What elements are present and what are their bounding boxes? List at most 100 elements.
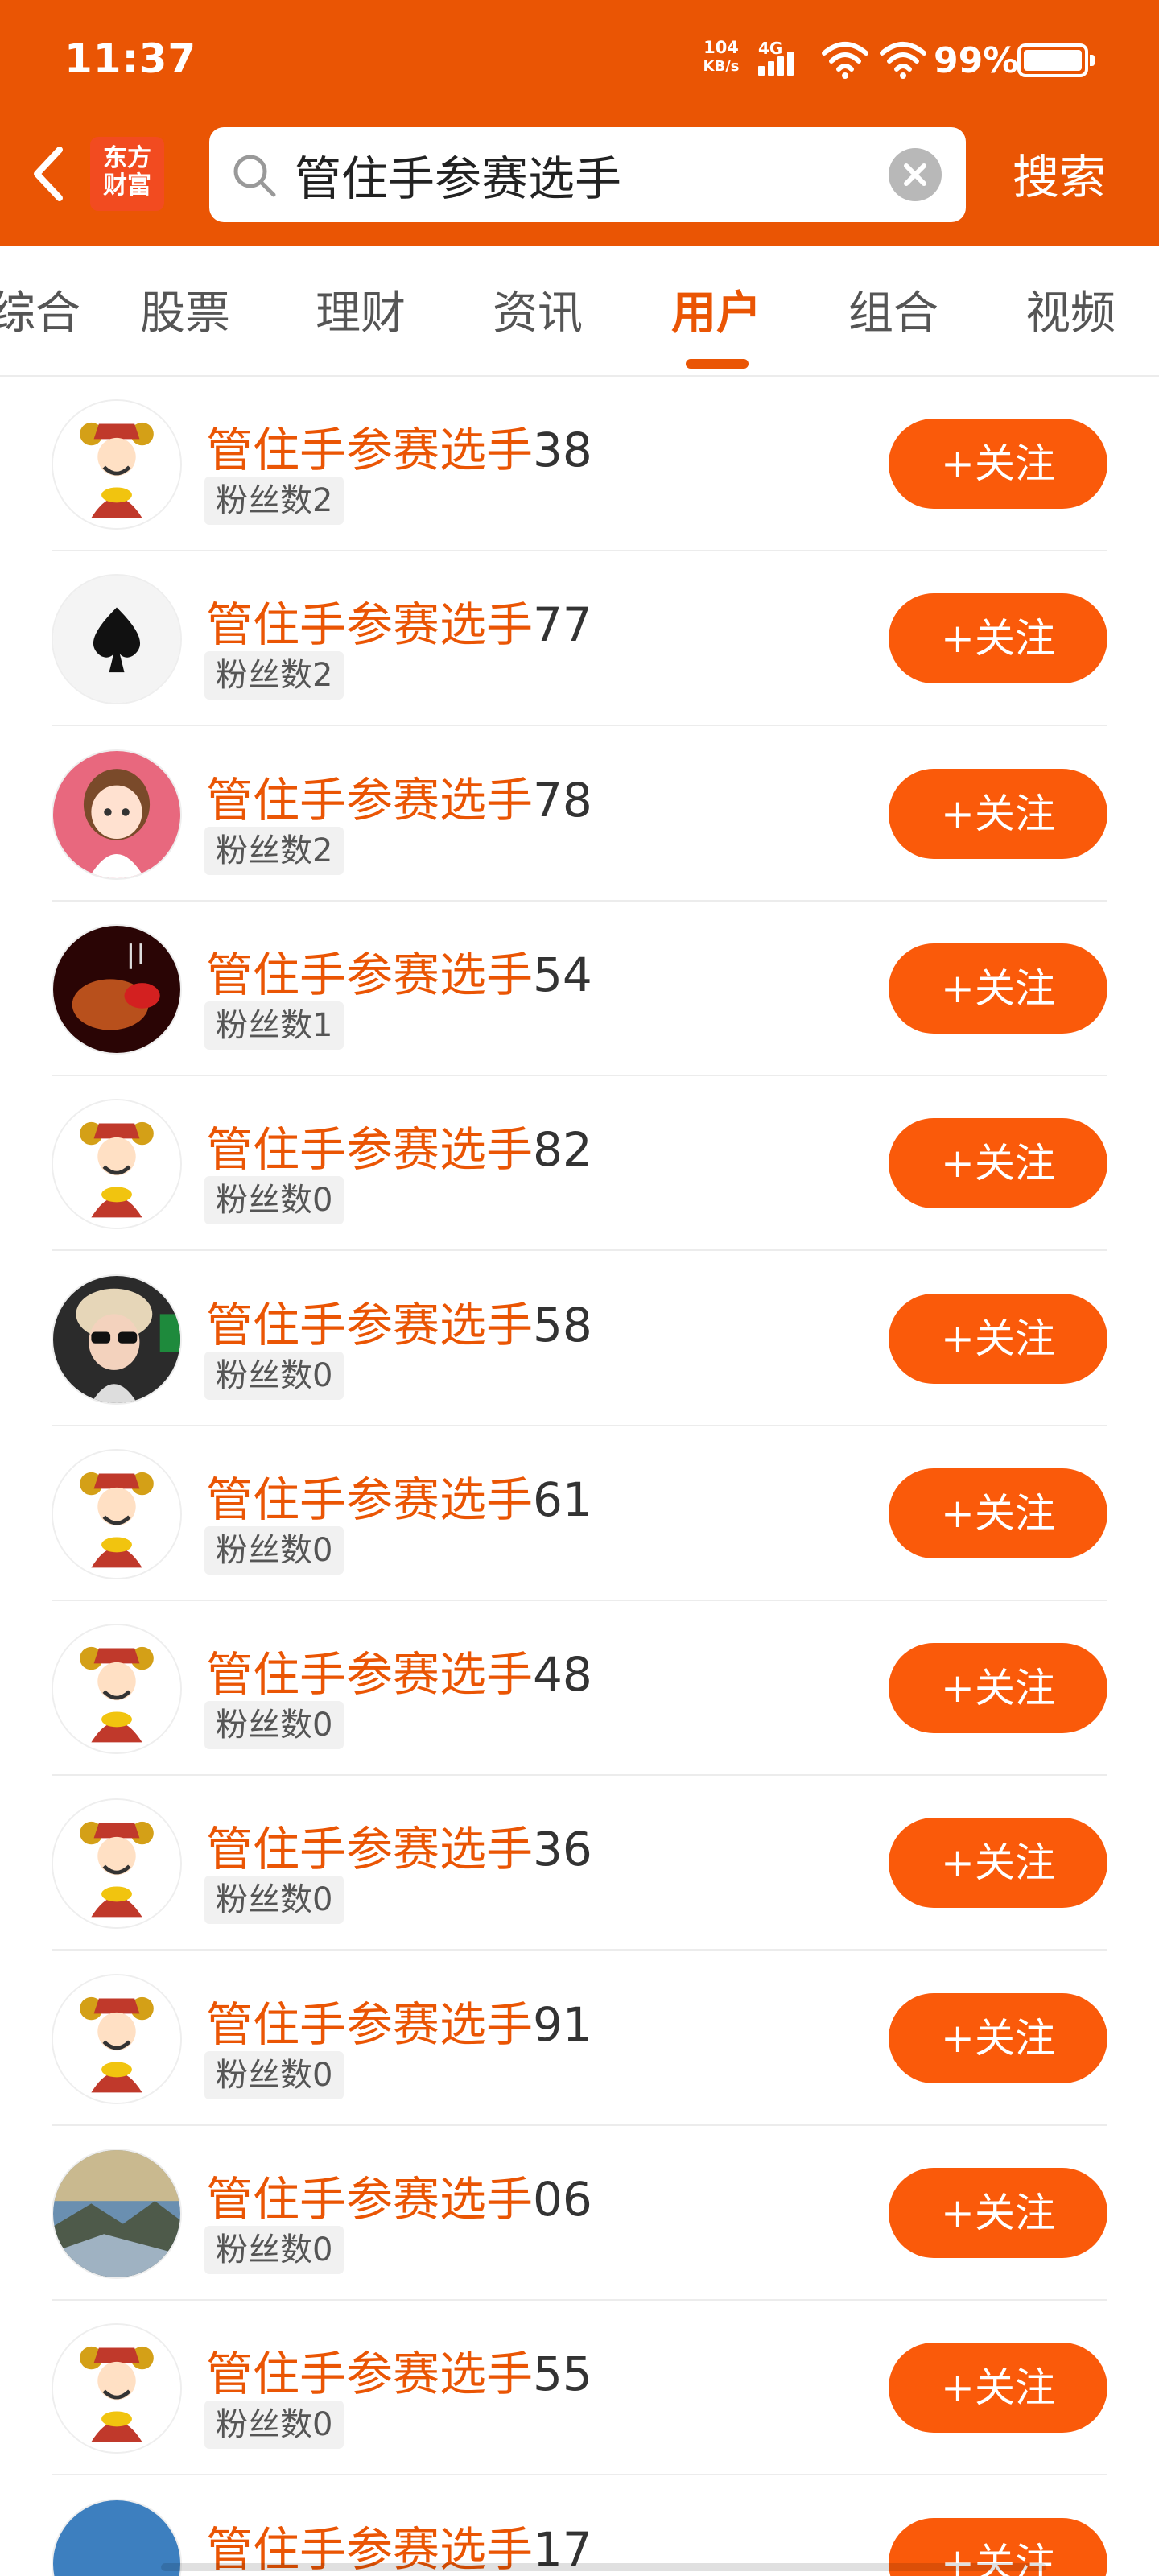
user-name-number: 06 — [533, 2172, 592, 2227]
follow-button[interactable]: +关注 — [889, 2168, 1107, 2258]
user-list-item[interactable]: 管住手参赛选手36 粉丝数0 +关注 — [52, 1776, 1107, 1951]
user-list-item[interactable]: 管住手参赛选手58 粉丝数0 +关注 — [52, 1252, 1107, 1426]
follow-button[interactable]: +关注 — [889, 1293, 1107, 1384]
user-name-number: 58 — [533, 1297, 592, 1352]
wifi-icon — [822, 42, 868, 79]
user-name[interactable]: 管住手参赛选手91 — [206, 1987, 592, 2054]
red-photo-avatar[interactable] — [52, 923, 182, 1055]
battery-percent: 99% — [934, 40, 1019, 81]
landscape-avatar[interactable] — [52, 2149, 182, 2279]
user-name[interactable]: 管住手参赛选手48 — [206, 1637, 592, 1704]
category-tabs: 综合 股票 理财 资讯 用户 组合 视频 — [0, 246, 1159, 377]
battery-icon — [1017, 43, 1095, 77]
user-name[interactable]: 管住手参赛选手82 — [206, 1112, 592, 1179]
user-name[interactable]: 管住手参赛选手55 — [206, 2336, 592, 2404]
fans-count-badge: 粉丝数2 — [204, 651, 344, 700]
user-name[interactable]: 管住手参赛选手36 — [206, 1811, 592, 1879]
tab-wealth[interactable]: 理财 — [280, 277, 441, 342]
user-name[interactable]: 管住手参赛选手61 — [206, 1462, 592, 1530]
tab-portfolio[interactable]: 组合 — [813, 277, 974, 342]
follow-button[interactable]: +关注 — [889, 1118, 1107, 1209]
logo-line-2: 财富 — [103, 171, 151, 200]
cartoon-girl-avatar[interactable] — [52, 749, 182, 880]
user-name-number: 38 — [533, 423, 592, 477]
god-of-wealth-avatar[interactable] — [52, 1973, 182, 2104]
god-of-wealth-avatar[interactable] — [52, 1624, 182, 1755]
user-list-item[interactable]: 管住手参赛选手06 粉丝数0 +关注 — [52, 2126, 1107, 2301]
follow-button[interactable]: +关注 — [889, 419, 1107, 509]
search-input[interactable] — [295, 142, 842, 208]
user-list: 管住手参赛选手38 粉丝数2 +关注 管住手参赛选手77 粉丝数2 +关注 管住手参赛选手7… — [0, 377, 1159, 2576]
user-name[interactable]: 管住手参赛选手54 — [206, 937, 592, 1005]
follow-button[interactable]: +关注 — [889, 1643, 1107, 1734]
user-name[interactable]: 管住手参赛选手78 — [206, 762, 592, 830]
spade-avatar[interactable] — [52, 574, 182, 705]
search-button[interactable]: 搜索 — [988, 137, 1130, 217]
user-list-item[interactable]: 管住手参赛选手55 粉丝数0 +关注 — [52, 2301, 1107, 2476]
follow-button[interactable]: +关注 — [889, 2343, 1107, 2434]
user-list-item[interactable]: 管住手参赛选手77 粉丝数2 +关注 — [52, 551, 1107, 727]
horizontal-scrollbar — [161, 2563, 1046, 2571]
tab-users[interactable]: 用户 — [636, 277, 797, 342]
user-name-number: 91 — [533, 1996, 592, 2052]
search-icon — [233, 155, 276, 197]
status-bar: 11:37 104 KB/s 4G 99% — [0, 0, 1159, 121]
user-list-item[interactable]: 管住手参赛选手61 粉丝数0 +关注 — [52, 1426, 1107, 1601]
fans-count-badge: 粉丝数2 — [204, 477, 344, 525]
tab-video[interactable]: 视频 — [990, 277, 1151, 342]
user-list-item[interactable]: 管住手参赛选手78 粉丝数2 +关注 — [52, 727, 1107, 902]
user-list-item[interactable]: 管住手参赛选手48 粉丝数0 +关注 — [52, 1601, 1107, 1777]
god-of-wealth-avatar[interactable] — [52, 399, 182, 530]
status-time: 11:37 — [64, 35, 197, 82]
user-name-prefix: 管住手参赛选手 — [206, 1122, 534, 1178]
user-name-prefix: 管住手参赛选手 — [206, 2347, 534, 2402]
follow-button[interactable]: +关注 — [889, 1468, 1107, 1558]
user-name[interactable]: 管住手参赛选手06 — [206, 2161, 592, 2229]
child-sunglasses-avatar[interactable] — [52, 1274, 182, 1405]
fans-count-badge: 粉丝数0 — [204, 1701, 344, 1750]
god-of-wealth-avatar[interactable] — [52, 1099, 182, 1230]
fans-count-badge: 粉丝数0 — [204, 2401, 344, 2450]
user-list-item[interactable]: 管住手参赛选手91 粉丝数0 +关注 — [52, 1951, 1107, 2126]
search-box[interactable] — [209, 127, 966, 222]
user-name-number: 78 — [533, 772, 592, 828]
follow-button[interactable]: +关注 — [889, 943, 1107, 1034]
follow-button[interactable]: +关注 — [889, 768, 1107, 859]
user-name[interactable]: 管住手参赛选手38 — [206, 412, 592, 480]
user-name-number: 36 — [533, 1822, 592, 1877]
user-name-number: 54 — [533, 947, 592, 1002]
fans-count-badge: 粉丝数0 — [204, 2050, 344, 2099]
user-list-item[interactable]: 管住手参赛选手38 粉丝数2 +关注 — [52, 377, 1107, 551]
god-of-wealth-avatar[interactable] — [52, 1798, 182, 1930]
user-name[interactable]: 管住手参赛选手77 — [206, 587, 592, 654]
fans-count-badge: 粉丝数0 — [204, 1525, 344, 1575]
app-header: 11:37 104 KB/s 4G 99% 东方 财富 管住手参赛选手 搜索 — [0, 0, 1159, 246]
follow-button[interactable]: +关注 — [889, 1992, 1107, 2083]
fans-count-badge: 粉丝数2 — [204, 826, 344, 875]
network-type-label: 4G — [758, 39, 783, 58]
user-name-prefix: 管住手参赛选手 — [206, 597, 534, 653]
wifi-icon — [880, 42, 926, 79]
tab-news[interactable]: 资讯 — [457, 277, 618, 342]
back-arrow-icon[interactable] — [24, 142, 72, 206]
active-tab-indicator — [686, 359, 749, 369]
network-speed-value: 104 — [703, 38, 739, 57]
tab-stocks[interactable]: 股票 — [105, 277, 266, 342]
fans-count-badge: 粉丝数0 — [204, 2226, 344, 2274]
user-list-item[interactable]: 管住手参赛选手17 +关注 — [52, 2476, 1107, 2576]
logo-line-1: 东方 — [103, 144, 151, 172]
god-of-wealth-avatar[interactable] — [52, 2323, 182, 2454]
clear-icon[interactable] — [889, 148, 942, 201]
user-name-number: 77 — [533, 597, 592, 653]
user-name-number: 55 — [533, 2347, 592, 2402]
app-logo: 东方 财富 — [90, 137, 164, 211]
user-list-item[interactable]: 管住手参赛选手82 粉丝数0 +关注 — [52, 1076, 1107, 1252]
user-name-prefix: 管住手参赛选手 — [206, 1647, 534, 1703]
follow-button[interactable]: +关注 — [889, 593, 1107, 684]
network-speed: 104 KB/s — [695, 39, 747, 76]
follow-button[interactable]: +关注 — [889, 1818, 1107, 1909]
user-list-item[interactable]: 管住手参赛选手54 粉丝数1 +关注 — [52, 902, 1107, 1076]
god-of-wealth-avatar[interactable] — [52, 1448, 182, 1579]
user-name[interactable]: 管住手参赛选手58 — [206, 1287, 592, 1355]
tab-comprehensive[interactable]: 综合 — [0, 277, 116, 342]
